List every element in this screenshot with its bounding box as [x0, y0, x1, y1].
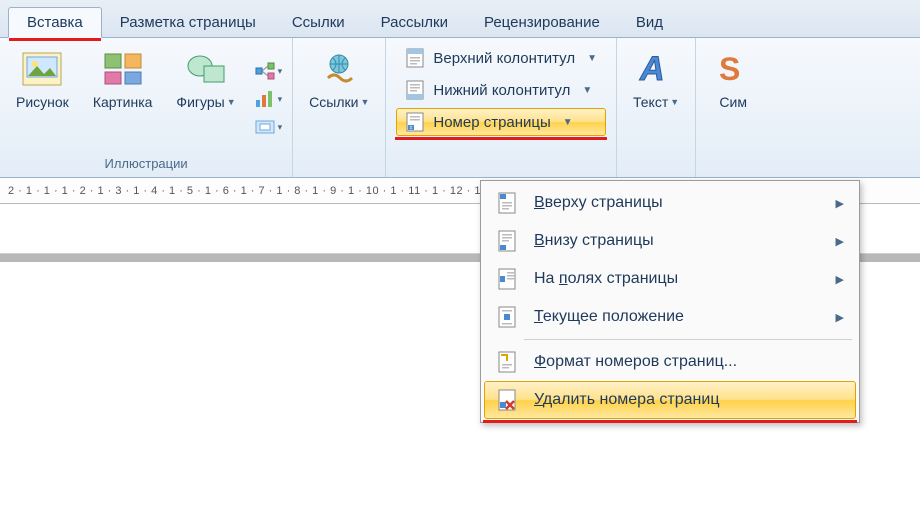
group-symbols: S Сим [696, 38, 770, 177]
hyperlink-icon [318, 48, 360, 90]
tab-mailings[interactable]: Рассылки [363, 8, 466, 37]
page-number-label: Номер страницы [433, 114, 550, 131]
chevron-down-icon: ▼ [227, 97, 236, 107]
chevron-down-icon: ▼ [360, 97, 369, 107]
menu-separator [524, 339, 852, 340]
picture-button[interactable]: Рисунок [10, 44, 75, 154]
footer-icon [405, 80, 425, 100]
wordart-icon: A [635, 48, 677, 90]
submenu-arrow-icon: ▶ [836, 197, 844, 210]
group-header-footer: Верхний колонтитул ▼ Нижний колонтитул ▼… [386, 38, 617, 177]
chevron-down-icon: ▼ [582, 85, 592, 96]
symbol-icon: S [712, 48, 754, 90]
header-button[interactable]: Верхний колонтитул ▼ [396, 44, 606, 72]
group-illustrations: Рисунок Картинка Фигуры▼ ▾ ▾ ▾ Иллюстрац… [0, 38, 293, 177]
svg-text:S: S [719, 51, 740, 87]
clipart-button[interactable]: Картинка [87, 44, 159, 154]
tab-view[interactable]: Вид [618, 8, 681, 37]
menu-bottom-of-page[interactable]: Внизу страницы ▶ [484, 222, 856, 260]
ribbon-tabstrip: Вставка Разметка страницы Ссылки Рассылк… [0, 0, 920, 38]
menu-remove-label: Удалить номера страниц [534, 391, 719, 409]
tab-references[interactable]: Ссылки [274, 8, 363, 37]
submenu-arrow-icon: ▶ [836, 311, 844, 324]
clipart-label: Картинка [93, 94, 153, 110]
screenshot-button[interactable] [254, 116, 276, 138]
tab-review[interactable]: Рецензирование [466, 8, 618, 37]
tab-page-layout[interactable]: Разметка страницы [102, 8, 274, 37]
menu-page-margins[interactable]: На полях страницы ▶ [484, 260, 856, 298]
menu-margins-label: На полях страницы [534, 270, 678, 288]
chevron-down-icon: ▾ [278, 122, 283, 133]
symbol-label: Сим [719, 94, 747, 110]
svg-text:A: A [639, 50, 665, 88]
submenu-arrow-icon: ▶ [836, 235, 844, 248]
menu-format-page-numbers[interactable]: Формат номеров страниц... [484, 343, 856, 381]
group-links: Ссылки▼ [293, 38, 386, 177]
chevron-down-icon: ▼ [563, 117, 573, 128]
current-position-icon [492, 306, 522, 328]
shapes-button[interactable]: Фигуры▼ [170, 44, 241, 154]
text-box-button[interactable]: A Текст▼ [627, 44, 685, 154]
menu-format-label: Формат номеров страниц... [534, 353, 737, 371]
menu-remove-page-numbers[interactable]: Удалить номера страниц [484, 381, 856, 419]
chart-button[interactable] [254, 88, 276, 110]
format-numbers-icon [492, 351, 522, 373]
submenu-arrow-icon: ▶ [836, 273, 844, 286]
shapes-label: Фигуры [176, 94, 224, 110]
symbol-button[interactable]: S Сим [706, 44, 760, 154]
illustrations-small-buttons: ▾ ▾ ▾ [254, 44, 283, 154]
header-icon [405, 48, 425, 68]
menu-top-label: Вверху страницы [534, 194, 663, 212]
shapes-icon [185, 48, 227, 90]
chevron-down-icon: ▼ [670, 97, 679, 107]
ribbon: Рисунок Картинка Фигуры▼ ▾ ▾ ▾ Иллюстрац… [0, 38, 920, 178]
links-label: Ссылки [309, 94, 358, 110]
page-number-button[interactable]: # Номер страницы ▼ [396, 108, 606, 136]
chevron-down-icon: ▼ [587, 53, 597, 64]
chevron-down-icon: ▾ [278, 66, 283, 77]
footer-label: Нижний колонтитул [433, 82, 570, 99]
group-label-text [627, 154, 685, 175]
footer-button[interactable]: Нижний колонтитул ▼ [396, 76, 606, 104]
picture-label: Рисунок [16, 94, 69, 110]
svg-text:#: # [410, 126, 413, 132]
links-button[interactable]: Ссылки▼ [303, 44, 375, 154]
page-bottom-icon [492, 230, 522, 252]
header-label: Верхний колонтитул [433, 50, 575, 67]
group-label-links [303, 154, 375, 175]
page-top-icon [492, 192, 522, 214]
chevron-down-icon: ▾ [278, 94, 283, 105]
tab-insert[interactable]: Вставка [8, 7, 102, 38]
page-number-menu: Вверху страницы ▶ Внизу страницы ▶ На по… [480, 180, 860, 423]
page-margins-icon [492, 268, 522, 290]
text-box-label: Текст [633, 94, 668, 110]
menu-current-label: Текущее положение [534, 308, 684, 326]
smartart-button[interactable] [254, 60, 276, 82]
page-number-icon: # [405, 112, 425, 132]
picture-icon [21, 48, 63, 90]
group-label-illustrations: Иллюстрации [10, 154, 282, 175]
remove-numbers-icon [492, 389, 522, 411]
group-text: A Текст▼ [617, 38, 696, 177]
menu-current-position[interactable]: Текущее положение ▶ [484, 298, 856, 336]
menu-top-of-page[interactable]: Вверху страницы ▶ [484, 184, 856, 222]
menu-bottom-label: Внизу страницы [534, 232, 654, 250]
clipart-icon [102, 48, 144, 90]
